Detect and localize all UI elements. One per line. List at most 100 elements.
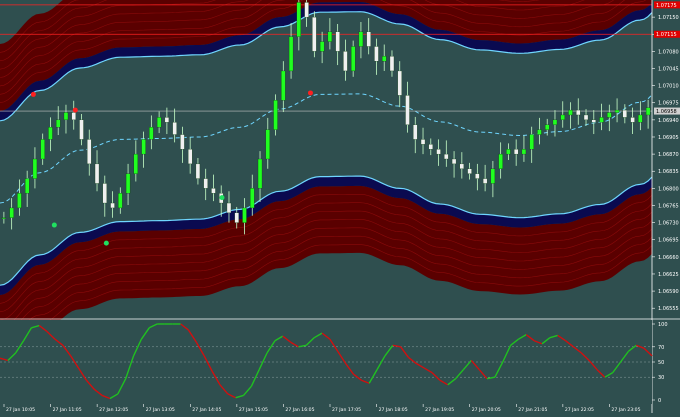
bear-candle xyxy=(591,119,596,123)
bear-candle xyxy=(366,31,371,47)
bull-candle xyxy=(521,149,527,155)
buy-signal-dot xyxy=(219,195,225,201)
bear-candle xyxy=(79,119,84,140)
bull-candle xyxy=(645,107,651,116)
oscillator-tick-label: 0 xyxy=(658,398,661,404)
time-axis: 27 Jan 10:05 27 Jan 11:05 27 Jan 12:05 27 J… xyxy=(3,404,641,413)
sell-signal-dot xyxy=(72,107,78,113)
bear-candle xyxy=(428,144,433,150)
bull-candle xyxy=(156,117,162,128)
sell-signal-dot xyxy=(30,91,36,97)
time-tick-label: 27 Jan 19:05 xyxy=(425,407,454,413)
price-tick-label: 1.06765 xyxy=(658,203,679,209)
bear-candle xyxy=(335,31,340,52)
bull-candle xyxy=(607,112,612,118)
bull-candle xyxy=(382,56,387,62)
bear-candle xyxy=(397,70,402,96)
current-price-label: 1.06958 xyxy=(656,109,677,115)
bull-candle xyxy=(257,158,263,189)
bull-candle xyxy=(552,119,558,125)
bull-candle xyxy=(560,114,565,121)
bear-candle xyxy=(482,178,488,184)
time-tick-label: 27 Jan 17:05 xyxy=(332,407,361,413)
price-tick-label: 1.06905 xyxy=(658,135,679,141)
bear-candle xyxy=(195,163,201,179)
bull-candle xyxy=(141,139,146,155)
time-tick-label: 27 Jan 22:05 xyxy=(565,407,594,413)
bull-candle xyxy=(125,173,131,194)
oscillator-tick-label: 70 xyxy=(658,345,664,351)
sell-signal-dot xyxy=(307,90,313,96)
red-level-label: 1.07175 xyxy=(656,3,677,9)
bear-candle xyxy=(180,134,185,150)
bear-candle xyxy=(389,56,395,72)
bull-candle xyxy=(149,127,154,140)
bear-candle xyxy=(475,173,480,179)
bear-candle xyxy=(234,212,239,223)
buy-signal-dot xyxy=(51,222,57,228)
bull-candle xyxy=(48,127,53,140)
bear-candle xyxy=(343,51,348,72)
bear-candle xyxy=(374,46,379,62)
bear-candle xyxy=(102,183,107,204)
bear-candle xyxy=(444,153,449,160)
time-tick-label: 27 Jan 12:05 xyxy=(99,407,128,413)
bear-candle xyxy=(312,16,317,52)
bull-candle xyxy=(498,153,503,169)
bear-candle xyxy=(622,109,627,118)
bull-candle xyxy=(529,134,534,150)
bull-candle xyxy=(319,41,325,52)
price-tick-label: 1.07010 xyxy=(658,84,679,90)
price-tick-label: 1.06730 xyxy=(658,221,679,227)
bull-candle xyxy=(242,207,247,223)
time-tick-label: 27 Jan 13:05 xyxy=(146,407,175,413)
bull-candle xyxy=(63,112,69,121)
price-tick-label: 1.06555 xyxy=(658,306,679,312)
bear-candle xyxy=(420,139,426,145)
bull-candle xyxy=(638,114,643,123)
bear-candle xyxy=(630,117,635,123)
bull-candle xyxy=(32,158,38,179)
price-tick-label: 1.07080 xyxy=(658,49,679,55)
bull-candle xyxy=(1,217,7,219)
price-tick-label: 1.06975 xyxy=(658,101,679,107)
bull-candle xyxy=(545,124,550,130)
bear-candle xyxy=(211,188,216,194)
price-tick-label: 1.07150 xyxy=(658,15,679,21)
price-tick-label: 1.06660 xyxy=(658,255,679,261)
time-tick-label: 27 Jan 10:05 xyxy=(6,407,35,413)
bear-candle xyxy=(405,95,410,125)
bear-candle xyxy=(94,163,100,184)
price-tick-label: 1.06870 xyxy=(658,152,679,158)
bull-candle xyxy=(17,193,22,209)
oscillator-tick-label: 30 xyxy=(658,375,664,381)
time-tick-label: 27 Jan 14:05 xyxy=(192,407,221,413)
buy-signal-dot xyxy=(103,240,109,246)
bull-candle xyxy=(296,2,301,37)
price-tick-label: 1.06835 xyxy=(658,169,679,175)
bear-candle xyxy=(71,112,76,121)
price-tick-label: 1.06800 xyxy=(658,186,679,192)
bull-candle xyxy=(288,36,294,72)
bear-candle xyxy=(459,163,464,169)
time-tick-label: 27 Jan 15:05 xyxy=(239,407,268,413)
bull-candle xyxy=(614,109,620,113)
price-tick-label: 1.07045 xyxy=(658,66,679,72)
forex-chart: 1.07150 1.07115 1.07080 1.07045 1.07010 1.069… xyxy=(0,0,680,413)
bull-candle xyxy=(40,139,45,160)
bull-candle xyxy=(56,119,61,128)
bear-candle xyxy=(226,202,232,213)
oscillator-tick-label: 50 xyxy=(658,360,664,366)
bull-candle xyxy=(506,149,511,155)
time-tick-label: 27 Jan 16:05 xyxy=(285,407,314,413)
bear-candle xyxy=(576,109,581,116)
time-tick-label: 27 Jan 20:05 xyxy=(472,407,501,413)
bear-candle xyxy=(188,149,193,165)
bull-candle xyxy=(358,31,364,47)
time-tick-label: 27 Jan 11:05 xyxy=(53,407,82,413)
bull-candle xyxy=(327,31,333,42)
bull-candle xyxy=(25,178,30,194)
bull-candle xyxy=(568,109,573,116)
bear-candle xyxy=(583,114,589,121)
price-chart-svg: 1.07150 1.07115 1.07080 1.07045 1.07010 1.069… xyxy=(0,0,680,413)
